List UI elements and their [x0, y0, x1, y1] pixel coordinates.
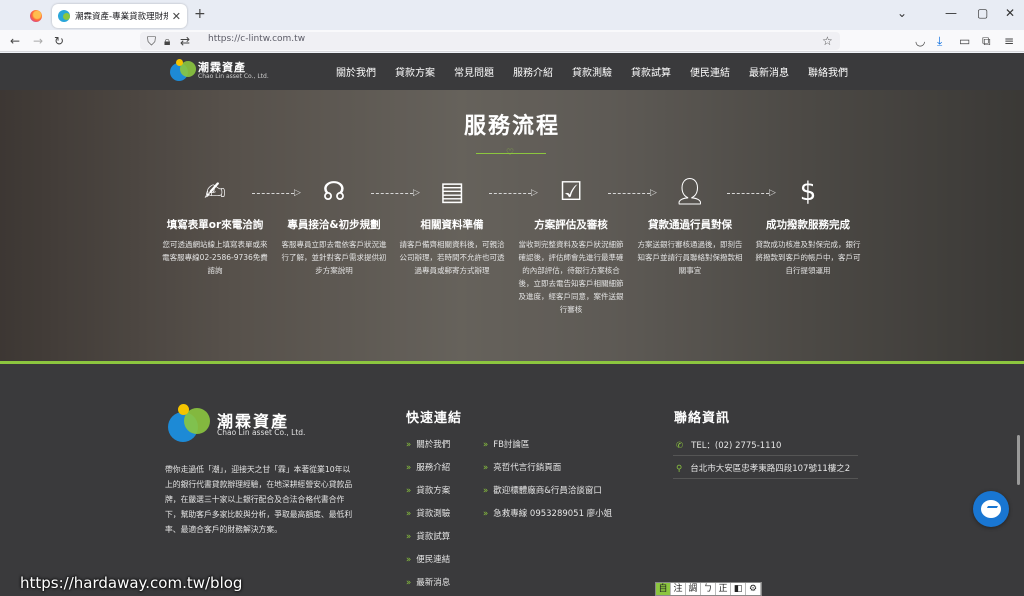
footer-link-about[interactable]: » 關於我們 [406, 438, 450, 450]
nav-contact[interactable]: 聯絡我們 [808, 64, 848, 79]
minimize-window-button[interactable]: — [945, 6, 957, 20]
money-hand-icon: $ [799, 177, 817, 207]
page-scrollbar[interactable] [1017, 435, 1020, 485]
footer-link-useful-links[interactable]: » 便民連結 [406, 553, 450, 565]
contact-heading: 聯絡資訊 [674, 411, 731, 426]
site-footer: 潮霖資產 Chao Lin asset Co., Ltd. 帶你走過低「潮」，迎… [0, 364, 1024, 596]
step-title: 專員接洽&初步規劃 [287, 219, 381, 231]
footer-link-promo[interactable]: » 亮哲代言行銷頁面 [483, 461, 561, 473]
a11y-adjust-button[interactable]: 調 [686, 583, 701, 595]
main-nav: 關於我們 貸款方案 常見問題 服務介紹 貸款測驗 貸款試算 便民連結 最新消息 … [336, 53, 867, 90]
documents-icon: ▤ [439, 177, 465, 207]
messenger-chat-button[interactable] [973, 491, 1009, 527]
extensions-icon[interactable]: ⧉ [982, 33, 991, 49]
step-title: 成功撥款服務完成 [766, 219, 850, 231]
close-tab-icon[interactable]: ✕ [172, 10, 181, 23]
tab-list-chevron-icon[interactable]: ⌄ [897, 6, 907, 20]
user-icon: 👤︎ [673, 177, 707, 207]
nav-useful-links[interactable]: 便民連結 [690, 64, 730, 79]
process-step: $ 成功撥款服務完成 貸款成功核准及對保完成，銀行將撥款到客戶的帳戶中，客戶可自… [749, 175, 867, 277]
form-edit-icon: ✍︎ [204, 177, 226, 207]
url-text[interactable]: https://c-lintw.com.tw [208, 34, 305, 44]
a11y-correct-button[interactable]: 正 [716, 583, 731, 595]
nav-loan-calculator[interactable]: 貸款試算 [631, 64, 671, 79]
accessibility-toolbar: 自 注 調 ㄅ 正 ◧ ⚙ [655, 582, 762, 596]
footer-link-news[interactable]: » 最新消息 [406, 576, 450, 588]
contact-divider [673, 478, 858, 479]
nav-news[interactable]: 最新消息 [749, 64, 789, 79]
service-process-section: 服務流程 ♡ ✍︎ 填寫表單or來電洽詢 您可透過網站線上填寫表單或來電客服專線… [0, 90, 1024, 361]
browser-tab-bar: 潮霖資產-專業貸款理財規劃師 ✕ + ⌄ — ▢ ✕ [0, 0, 1024, 30]
footer-link-hotline[interactable]: » 急救專線 0953289051 廖小姐 [483, 507, 612, 519]
lock-icon[interactable]: 🔒︎ [164, 33, 170, 49]
step-description: 當收到完整資料及客戶狀況細節確認後，評估師會先進行最準確的內部評估，待銀行方案核… [518, 240, 624, 314]
support-agent-icon: ☊ [322, 177, 346, 207]
a11y-contrast-button[interactable]: ◧ [731, 583, 746, 595]
a11y-bopomofo-button[interactable]: ㄅ [701, 583, 716, 595]
messenger-icon [981, 500, 1001, 518]
pocket-icon[interactable]: ◡ [915, 33, 925, 49]
checklist-icon: ☑ [559, 177, 583, 207]
footer-brand-subtitle: Chao Lin asset Co., Ltd. [217, 428, 306, 437]
a11y-auto-button[interactable]: 自 [656, 583, 671, 595]
nav-faq[interactable]: 常見問題 [454, 64, 494, 79]
maximize-window-button[interactable]: ▢ [977, 6, 988, 20]
quick-links-heading: 快速連結 [406, 411, 463, 426]
shield-icon[interactable]: ⛉ [147, 33, 156, 49]
new-tab-button[interactable]: + [194, 6, 206, 22]
footer-logo-icon[interactable] [168, 404, 212, 444]
nav-loan-plans[interactable]: 貸款方案 [395, 64, 435, 79]
blog-watermark: https://hardaway.com.tw/blog [20, 574, 243, 592]
footer-link-loan-calculator[interactable]: » 貸款試算 [406, 530, 450, 542]
website-viewport: 潮霖資產 Chao Lin asset Co., Ltd. 關於我們 貸款方案 … [0, 53, 1024, 596]
reload-icon[interactable]: ↻ [54, 33, 64, 49]
menu-icon[interactable]: ≡ [1004, 33, 1014, 49]
url-bar[interactable]: ⛉ 🔒︎ ⇄ https://c-lintw.com.tw ☆ [140, 32, 840, 50]
nav-services[interactable]: 服務介紹 [513, 64, 553, 79]
tab-title: 潮霖資產-專業貸款理財規劃師 [75, 12, 168, 22]
brand-logo-icon[interactable] [170, 59, 196, 83]
footer-link-partners[interactable]: » 歡迎標體廠商&行員洽談窗口 [483, 484, 602, 496]
browser-firefox-tab[interactable] [22, 6, 50, 26]
step-description: 貸款成功核准及對保完成，銀行將撥款到客戶的帳戶中，客戶可自行提領運用 [755, 240, 861, 275]
site-header: 潮霖資產 Chao Lin asset Co., Ltd. 關於我們 貸款方案 … [0, 53, 1024, 90]
step-description: 您可透過網站線上填寫表單或來電客服專線02-2586-9736免費諮詢 [162, 240, 268, 275]
step-title: 填寫表單or來電洽詢 [166, 219, 264, 231]
forward-arrow-icon[interactable]: → [33, 33, 43, 49]
permissions-icon[interactable]: ⇄ [180, 33, 190, 49]
nav-loan-quiz[interactable]: 貸款測驗 [572, 64, 612, 79]
step-description: 客服專員立即去電依客戶狀況進行了解，並針對客戶需求提供初步方案說明 [281, 240, 387, 275]
browser-toolbar: ← → ↻ ⛉ 🔒︎ ⇄ https://c-lintw.com.tw ☆ ◡ … [0, 30, 1024, 52]
section-title: 服務流程 [463, 114, 560, 139]
contact-address: ⚲ 台北市大安區忠孝東路四段107號11樓之2 [676, 464, 851, 474]
contact-phone[interactable]: ✆ TEL：(02) 2775-1110 [676, 439, 781, 451]
step-description: 請客戶備齊相關資料後，可親洽公司辦理，若時間不允許也可透過專員或郵寄方式辦理 [399, 240, 505, 275]
site-favicon-icon [58, 10, 70, 22]
a11y-phonetic-button[interactable]: 注 [671, 583, 686, 595]
phone-icon: ✆ [676, 441, 684, 451]
firefox-icon [30, 10, 42, 22]
footer-link-loan-plans[interactable]: » 貸款方案 [406, 484, 450, 496]
downloads-icon[interactable]: ⤓ [937, 33, 942, 49]
back-arrow-icon[interactable]: ← [10, 33, 20, 49]
footer-link-fb[interactable]: » FB討論區 [483, 438, 529, 450]
step-description: 方案送銀行審核通過後，即刻告知客戶並請行員聯絡對保撥款相關事宜 [637, 240, 743, 275]
a11y-settings-button[interactable]: ⚙ [746, 583, 761, 595]
bookmark-star-icon[interactable]: ☆ [822, 33, 833, 49]
footer-link-services[interactable]: » 服務介紹 [406, 461, 450, 473]
browser-active-tab[interactable]: 潮霖資產-專業貸款理財規劃師 ✕ [52, 4, 187, 28]
contact-divider [673, 455, 858, 456]
brand-subtitle: Chao Lin asset Co., Ltd. [198, 73, 269, 80]
close-window-button[interactable]: ✕ [1005, 6, 1015, 20]
step-title: 貸款通過行員對保 [648, 219, 732, 231]
footer-link-loan-quiz[interactable]: » 貸款測驗 [406, 507, 450, 519]
step-title: 相關資料準備 [420, 219, 484, 231]
step-title: 方案評估及審核 [534, 219, 608, 231]
company-description: 帶你走過低「潮」，迎接天之甘「霖」本著從業10年以上的銀行代書貸款辦理經驗，在地… [165, 465, 353, 534]
sidebar-icon[interactable]: ▭ [959, 33, 970, 49]
map-pin-icon: ⚲ [676, 464, 683, 474]
nav-about[interactable]: 關於我們 [336, 64, 376, 79]
heart-icon: ♡ [506, 148, 515, 158]
